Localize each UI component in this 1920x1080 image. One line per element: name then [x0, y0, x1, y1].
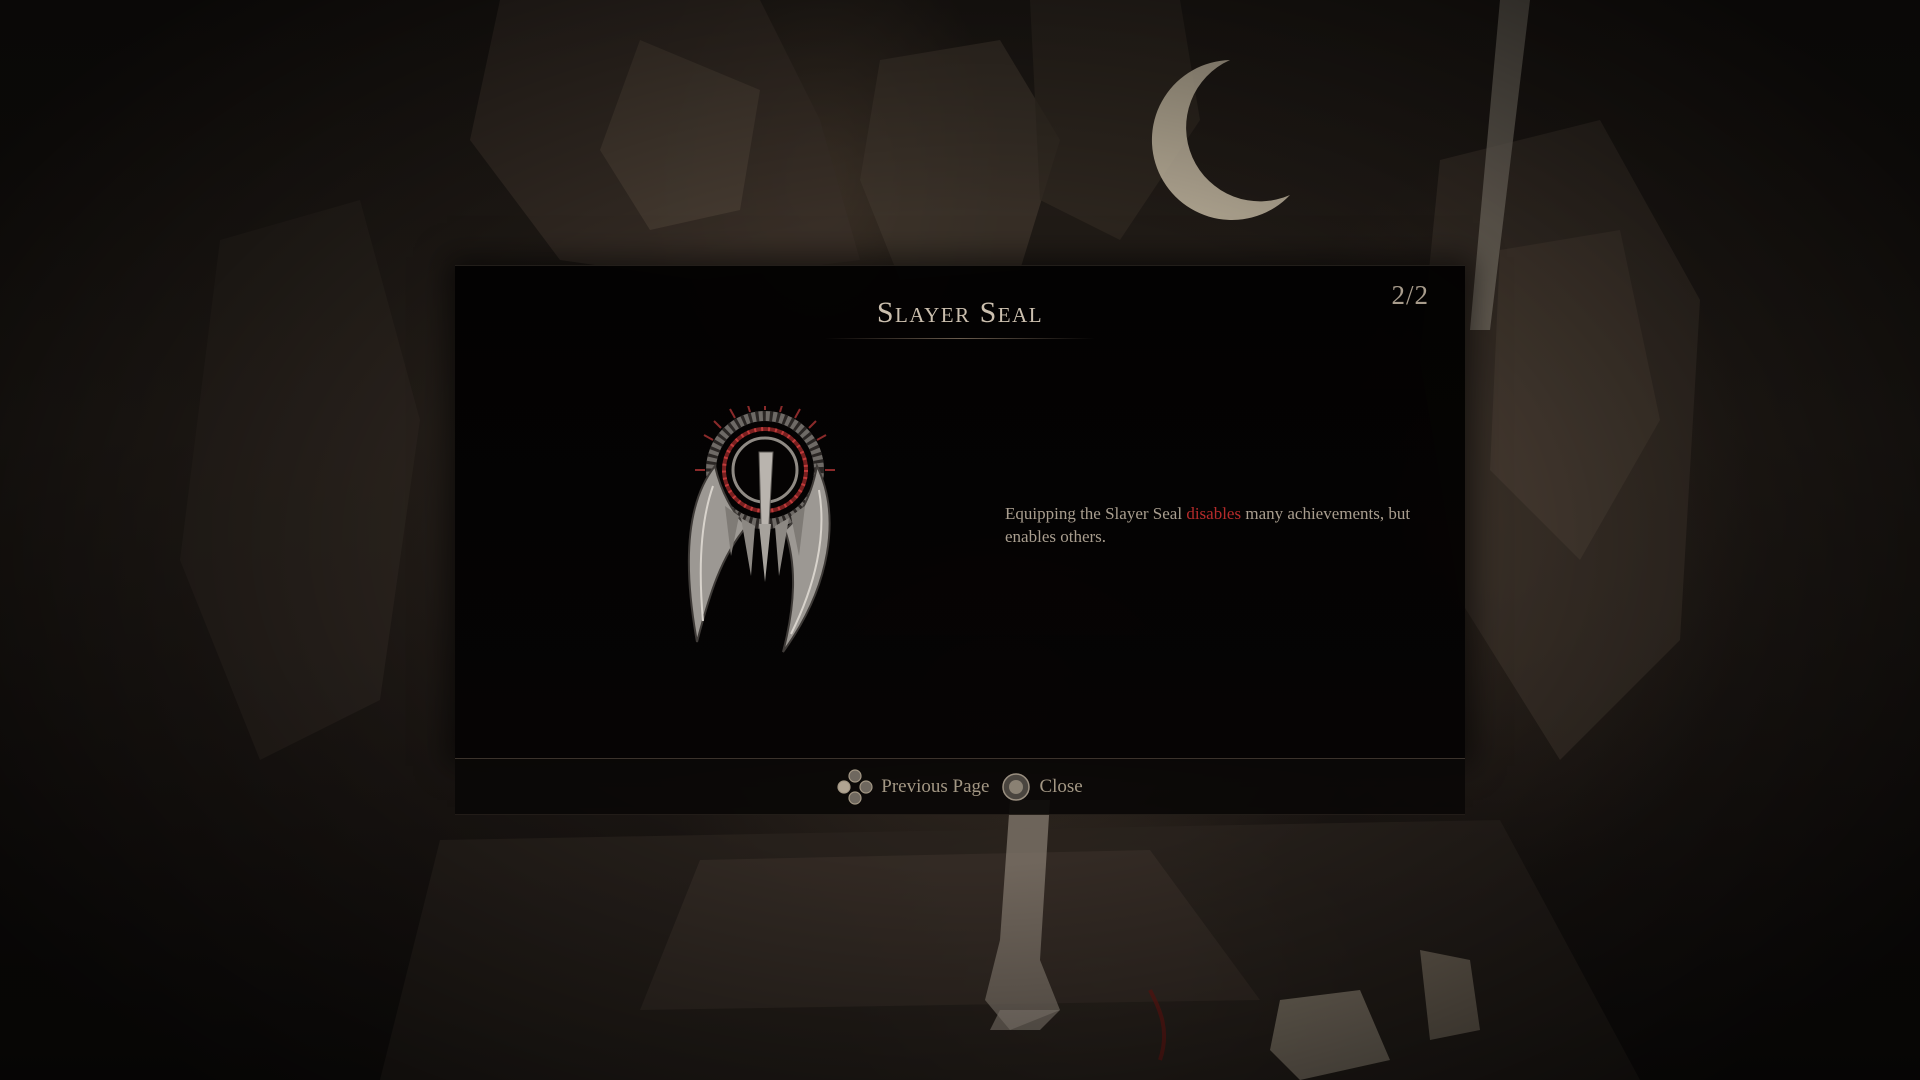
item-description: Equipping the Slayer Seal disables many …: [1005, 502, 1425, 548]
dialog-title: Slayer Seal: [876, 296, 1044, 329]
page-indicator: 2/2: [1391, 280, 1429, 310]
previous-page-button[interactable]: Previous Page: [837, 768, 990, 805]
close-button[interactable]: Close: [1001, 772, 1083, 802]
footer-prompts: Previous Page Close: [455, 759, 1465, 814]
slayer-seal-icon: [687, 406, 835, 653]
dialog-body: Slayer Seal 2/2 Equipping the Slayer Sea…: [455, 265, 1465, 758]
description-highlight: disables: [1186, 504, 1242, 523]
button-prompt-bar: Previous Page Close: [455, 758, 1465, 815]
previous-page-label: Previous Page: [881, 775, 990, 797]
title-divider: [825, 338, 1095, 339]
item-info-dialog: Slayer Seal 2/2 Equipping the Slayer Sea…: [455, 265, 1465, 815]
description-text-before: Equipping the Slayer Seal: [1005, 504, 1187, 523]
dpad-icon: [837, 768, 873, 805]
close-label: Close: [1039, 775, 1083, 797]
circle-button-icon: [1002, 772, 1031, 801]
